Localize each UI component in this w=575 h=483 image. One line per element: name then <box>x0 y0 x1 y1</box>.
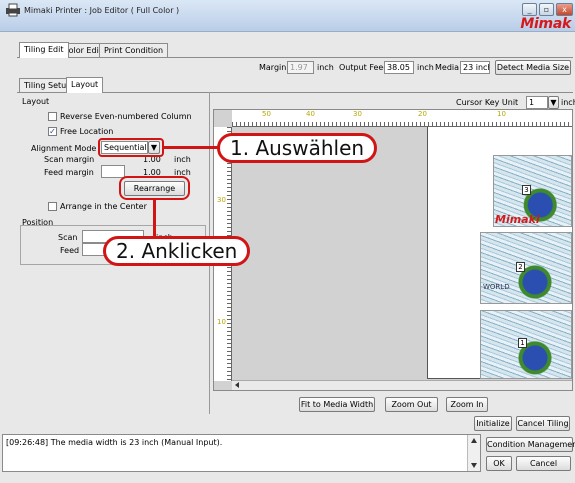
output-feed-field: 38.05 <box>384 61 414 74</box>
message-log: [09:26:48] The media width is 23 inch (M… <box>2 434 481 472</box>
tab-divider <box>17 57 573 58</box>
arrange-center-checkbox[interactable] <box>48 202 57 211</box>
cursor-key-unit-label: Cursor Key Unit <box>456 98 519 107</box>
tile-caption-text: WORLD <box>483 283 510 291</box>
scan-margin-label: Scan margin <box>44 155 95 164</box>
alignment-mode-label: Alignment Mode <box>31 144 97 153</box>
cancel-tiling-button[interactable]: Cancel Tiling <box>516 416 570 431</box>
ruler-h-label: 10 <box>497 110 506 118</box>
ok-button[interactable]: OK <box>486 456 512 471</box>
tile-logo-text: Mimaki <box>495 213 540 226</box>
zoom-out-button[interactable]: Zoom Out <box>385 397 438 412</box>
ruler-v-label: 30 <box>217 196 226 204</box>
chevron-down-icon[interactable]: ▼ <box>548 96 559 109</box>
scan-margin-unit: inch <box>174 155 191 164</box>
tab-tiling-edit[interactable]: Tiling Edit <box>19 42 69 58</box>
free-location-checkbox[interactable]: ✓ <box>48 127 57 136</box>
close-button[interactable]: x <box>556 3 573 16</box>
tile-number: 3 <box>522 185 531 195</box>
feed-margin-label: Feed margin <box>44 168 94 177</box>
output-feed-unit: inch <box>417 63 434 72</box>
printer-app-icon <box>6 3 20 17</box>
tile-number: 2 <box>516 262 525 272</box>
tile-image[interactable] <box>480 232 572 304</box>
ruler-h-label: 30 <box>353 110 362 118</box>
tab-layout[interactable]: Layout <box>66 77 104 93</box>
cancel-button[interactable]: Cancel <box>516 456 571 471</box>
maximize-button[interactable]: ▫ <box>539 3 554 16</box>
tile-number: 1 <box>518 338 527 348</box>
margin-label: Margin <box>259 63 287 72</box>
callout-step-2: 2. Anklicken <box>103 236 251 266</box>
cursor-key-unit-suffix: inch <box>561 98 575 107</box>
ruler-h-label: 40 <box>306 110 315 118</box>
callout-step-1: 1. Auswählen <box>217 133 378 163</box>
reverse-even-checkbox[interactable] <box>48 112 57 121</box>
scroll-up-icon[interactable] <box>471 438 477 443</box>
detect-media-size-button[interactable]: Detect Media Size <box>495 60 571 75</box>
ruler-v-label: 10 <box>217 318 226 326</box>
cursor-key-unit-select[interactable]: 1 <box>526 96 548 109</box>
fit-to-media-width-button[interactable]: Fit to Media Width <box>299 397 375 412</box>
output-feed-label: Output Feed <box>339 63 389 72</box>
position-scan-label: Scan <box>58 233 78 242</box>
minimize-button[interactable]: _ <box>522 3 537 16</box>
margin-unit: inch <box>317 63 334 72</box>
callout-connector-1 <box>164 146 218 149</box>
ruler-h-label: 50 <box>262 110 271 118</box>
position-feed-label: Feed <box>60 246 80 255</box>
media-scan-field[interactable]: 23 inch <box>460 61 490 74</box>
tab-print-condition[interactable]: Print Condition <box>99 43 169 58</box>
layout-group-title: Layout <box>22 97 50 106</box>
horizontal-scrollbar[interactable] <box>232 380 572 390</box>
zoom-in-button[interactable]: Zoom In <box>446 397 488 412</box>
reverse-even-label: Reverse Even-numbered Column <box>60 112 192 121</box>
feed-margin-field[interactable] <box>101 165 125 178</box>
rearrange-highlight <box>119 176 190 200</box>
alignment-mode-highlight <box>98 138 164 157</box>
callout-connector-2 <box>153 200 156 236</box>
title-bar <box>0 0 575 32</box>
ruler-h-label: 20 <box>418 110 427 118</box>
scroll-down-icon[interactable] <box>471 463 477 468</box>
scroll-left-icon[interactable] <box>234 382 240 388</box>
free-location-label: Free Location <box>60 127 114 136</box>
mimaki-logo: Mimak <box>520 16 571 32</box>
horizontal-ruler <box>232 110 572 127</box>
condition-management-button[interactable]: Condition Management <box>486 437 575 452</box>
initialize-button[interactable]: Initialize <box>474 416 512 431</box>
window-title: Mimaki Printer : Job Editor ( Full Color… <box>24 6 180 15</box>
arrange-center-label: Arrange in the Center <box>60 202 147 211</box>
log-message: [09:26:48] The media width is 23 inch (M… <box>6 438 223 447</box>
margin-field: 1.97 <box>287 61 314 74</box>
